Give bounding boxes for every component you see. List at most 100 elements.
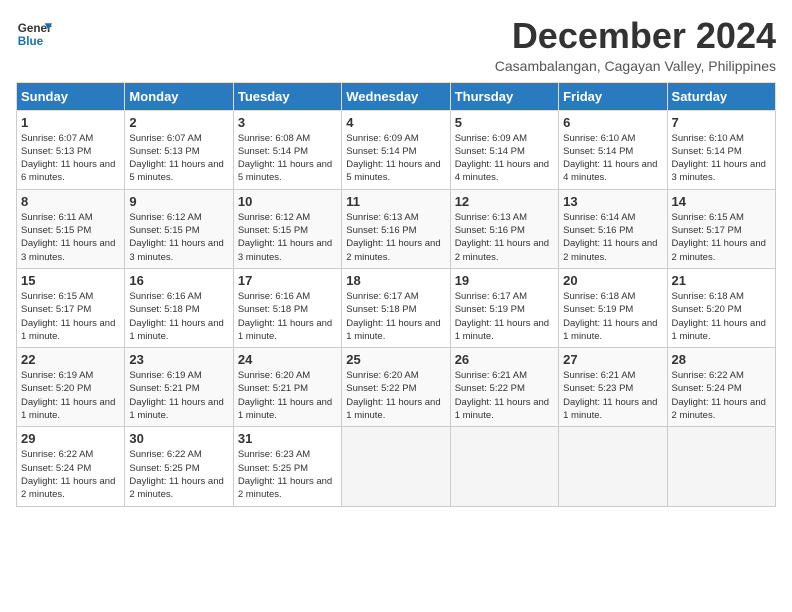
week-row-2: 8 Sunrise: 6:11 AMSunset: 5:15 PMDaylight… (17, 189, 776, 268)
calendar-cell: 3 Sunrise: 6:08 AMSunset: 5:14 PMDaylight… (233, 110, 341, 189)
header-saturday: Saturday (667, 82, 775, 110)
page-header: General Blue December 2024 Casambalangan… (16, 16, 776, 74)
cell-info: Sunrise: 6:17 AMSunset: 5:18 PMDaylight:… (346, 290, 445, 343)
calendar-cell: 20 Sunrise: 6:18 AMSunset: 5:19 PMDayligh… (559, 268, 667, 347)
day-number: 2 (129, 115, 228, 130)
cell-info: Sunrise: 6:11 AMSunset: 5:15 PMDaylight:… (21, 211, 120, 264)
calendar-cell: 28Sunrise: 6:22 AMSunset: 5:24 PMDayligh… (667, 348, 775, 427)
month-title: December 2024 (495, 16, 776, 56)
week-row-4: 22 Sunrise: 6:19 AMSunset: 5:20 PMDayligh… (17, 348, 776, 427)
cell-info: Sunrise: 6:15 AMSunset: 5:17 PMDaylight:… (21, 290, 120, 343)
calendar-cell: 12 Sunrise: 6:13 AMSunset: 5:16 PMDayligh… (450, 189, 558, 268)
day-number: 29 (21, 431, 120, 446)
cell-info: Sunrise: 6:13 AMSunset: 5:16 PMDaylight:… (455, 211, 554, 264)
header-thursday: Thursday (450, 82, 558, 110)
cell-info: Sunrise: 6:10 AMSunset: 5:14 PMDaylight:… (563, 132, 662, 185)
calendar-cell: 15Sunrise: 6:15 AMSunset: 5:17 PMDayligh… (17, 268, 125, 347)
cell-info: Sunrise: 6:16 AMSunset: 5:18 PMDaylight:… (238, 290, 337, 343)
day-number: 6 (563, 115, 662, 130)
cell-info: Sunrise: 6:21 AMSunset: 5:22 PMDaylight:… (455, 369, 554, 422)
cell-info: Sunrise: 6:14 AMSunset: 5:16 PMDaylight:… (563, 211, 662, 264)
cell-info: Sunrise: 6:20 AMSunset: 5:22 PMDaylight:… (346, 369, 445, 422)
calendar-cell: 4Sunrise: 6:09 AMSunset: 5:14 PMDaylight… (342, 110, 450, 189)
day-number: 24 (238, 352, 337, 367)
day-number: 1 (21, 115, 120, 130)
week-row-1: 1 Sunrise: 6:07 AMSunset: 5:13 PMDaylight… (17, 110, 776, 189)
week-row-3: 15Sunrise: 6:15 AMSunset: 5:17 PMDayligh… (17, 268, 776, 347)
week-row-5: 29 Sunrise: 6:22 AMSunset: 5:24 PMDayligh… (17, 427, 776, 506)
calendar-cell: 22 Sunrise: 6:19 AMSunset: 5:20 PMDayligh… (17, 348, 125, 427)
cell-info: Sunrise: 6:20 AMSunset: 5:21 PMDaylight:… (238, 369, 337, 422)
calendar-cell: 31Sunrise: 6:23 AMSunset: 5:25 PMDayligh… (233, 427, 341, 506)
header-monday: Monday (125, 82, 233, 110)
day-number: 22 (21, 352, 120, 367)
cell-info: Sunrise: 6:15 AMSunset: 5:17 PMDaylight:… (672, 211, 771, 264)
cell-info: Sunrise: 6:23 AMSunset: 5:25 PMDaylight:… (238, 448, 337, 501)
calendar-cell (667, 427, 775, 506)
day-number: 21 (672, 273, 771, 288)
calendar-cell: 18 Sunrise: 6:17 AMSunset: 5:18 PMDayligh… (342, 268, 450, 347)
day-number: 5 (455, 115, 554, 130)
cell-info: Sunrise: 6:12 AMSunset: 5:15 PMDaylight:… (129, 211, 228, 264)
cell-info: Sunrise: 6:18 AMSunset: 5:19 PMDaylight:… (563, 290, 662, 343)
header-friday: Friday (559, 82, 667, 110)
day-number: 11 (346, 194, 445, 209)
calendar-cell: 23 Sunrise: 6:19 AMSunset: 5:21 PMDayligh… (125, 348, 233, 427)
day-number: 18 (346, 273, 445, 288)
cell-info: Sunrise: 6:19 AMSunset: 5:21 PMDaylight:… (129, 369, 228, 422)
day-number: 28 (672, 352, 771, 367)
cell-info: Sunrise: 6:13 AMSunset: 5:16 PMDaylight:… (346, 211, 445, 264)
day-number: 17 (238, 273, 337, 288)
day-number: 10 (238, 194, 337, 209)
day-number: 20 (563, 273, 662, 288)
calendar-cell: 7 Sunrise: 6:10 AMSunset: 5:14 PMDaylight… (667, 110, 775, 189)
calendar-cell: 24 Sunrise: 6:20 AMSunset: 5:21 PMDayligh… (233, 348, 341, 427)
calendar-cell: 13Sunrise: 6:14 AMSunset: 5:16 PMDayligh… (559, 189, 667, 268)
day-number: 3 (238, 115, 337, 130)
cell-info: Sunrise: 6:22 AMSunset: 5:24 PMDaylight:… (21, 448, 120, 501)
calendar-cell (342, 427, 450, 506)
header-wednesday: Wednesday (342, 82, 450, 110)
calendar-cell: 30 Sunrise: 6:22 AMSunset: 5:25 PMDayligh… (125, 427, 233, 506)
day-number: 16 (129, 273, 228, 288)
cell-info: Sunrise: 6:08 AMSunset: 5:14 PMDaylight:… (238, 132, 337, 185)
calendar-cell: 19Sunrise: 6:17 AMSunset: 5:19 PMDayligh… (450, 268, 558, 347)
day-number: 25 (346, 352, 445, 367)
calendar-cell (559, 427, 667, 506)
cell-info: Sunrise: 6:22 AMSunset: 5:25 PMDaylight:… (129, 448, 228, 501)
cell-info: Sunrise: 6:19 AMSunset: 5:20 PMDaylight:… (21, 369, 120, 422)
title-block: December 2024 Casambalangan, Cagayan Val… (495, 16, 776, 74)
cell-info: Sunrise: 6:12 AMSunset: 5:15 PMDaylight:… (238, 211, 337, 264)
calendar-cell: 14 Sunrise: 6:15 AMSunset: 5:17 PMDayligh… (667, 189, 775, 268)
calendar-cell: 25 Sunrise: 6:20 AMSunset: 5:22 PMDayligh… (342, 348, 450, 427)
calendar-cell: 5 Sunrise: 6:09 AMSunset: 5:14 PMDaylight… (450, 110, 558, 189)
day-number: 30 (129, 431, 228, 446)
calendar-cell: 1 Sunrise: 6:07 AMSunset: 5:13 PMDaylight… (17, 110, 125, 189)
day-number: 26 (455, 352, 554, 367)
cell-info: Sunrise: 6:10 AMSunset: 5:14 PMDaylight:… (672, 132, 771, 185)
calendar-cell: 8 Sunrise: 6:11 AMSunset: 5:15 PMDaylight… (17, 189, 125, 268)
cell-info: Sunrise: 6:07 AMSunset: 5:13 PMDaylight:… (21, 132, 120, 185)
day-number: 27 (563, 352, 662, 367)
day-number: 12 (455, 194, 554, 209)
calendar-cell: 10 Sunrise: 6:12 AMSunset: 5:15 PMDayligh… (233, 189, 341, 268)
cell-info: Sunrise: 6:09 AMSunset: 5:14 PMDaylight:… (455, 132, 554, 185)
cell-info: Sunrise: 6:16 AMSunset: 5:18 PMDaylight:… (129, 290, 228, 343)
day-number: 19 (455, 273, 554, 288)
calendar-cell: 21Sunrise: 6:18 AMSunset: 5:20 PMDayligh… (667, 268, 775, 347)
calendar-cell (450, 427, 558, 506)
cell-info: Sunrise: 6:07 AMSunset: 5:13 PMDaylight:… (129, 132, 228, 185)
cell-info: Sunrise: 6:09 AMSunset: 5:14 PMDaylight:… (346, 132, 445, 185)
calendar-cell: 17 Sunrise: 6:16 AMSunset: 5:18 PMDayligh… (233, 268, 341, 347)
calendar-cell: 2 Sunrise: 6:07 AMSunset: 5:13 PMDaylight… (125, 110, 233, 189)
day-number: 23 (129, 352, 228, 367)
header-sunday: Sunday (17, 82, 125, 110)
day-number: 8 (21, 194, 120, 209)
calendar-cell: 9Sunrise: 6:12 AMSunset: 5:15 PMDaylight… (125, 189, 233, 268)
day-number: 7 (672, 115, 771, 130)
logo: General Blue (16, 16, 52, 52)
calendar-cell: 26 Sunrise: 6:21 AMSunset: 5:22 PMDayligh… (450, 348, 558, 427)
day-number: 14 (672, 194, 771, 209)
logo-icon: General Blue (16, 16, 52, 52)
calendar-cell: 16 Sunrise: 6:16 AMSunset: 5:18 PMDayligh… (125, 268, 233, 347)
